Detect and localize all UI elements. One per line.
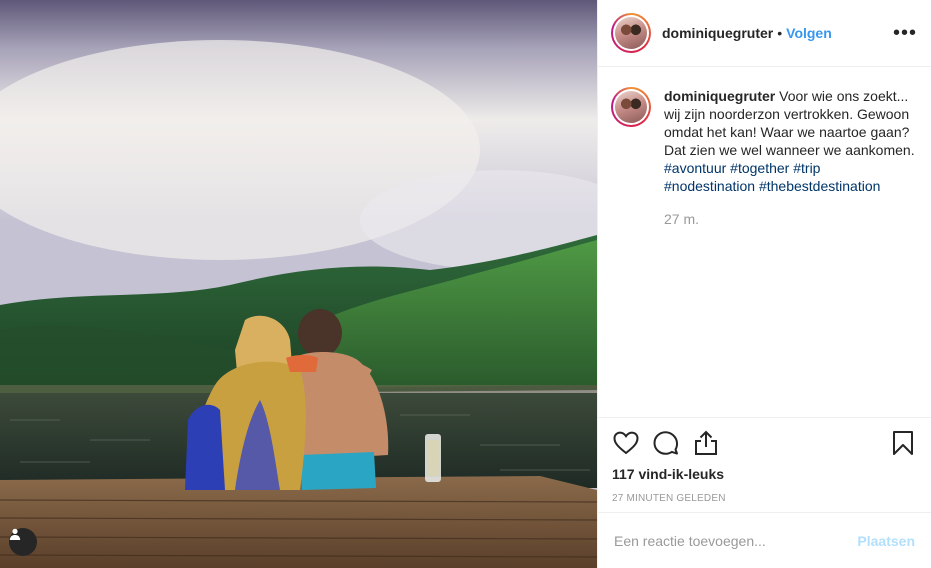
- avatar[interactable]: [611, 13, 651, 53]
- post-actions: 117 vind-ik-leuks 27 MINUTEN GELEDEN: [598, 417, 931, 512]
- post-timestamp[interactable]: 27 MINUTEN GELEDEN: [612, 493, 917, 504]
- hashtag-link[interactable]: #trip: [793, 160, 820, 176]
- hashtag-link[interactable]: #avontuur: [664, 160, 726, 176]
- post-header: dominiquegruter • Volgen •••: [598, 0, 931, 67]
- hashtag-link[interactable]: #together: [730, 160, 789, 176]
- caption-avatar[interactable]: [611, 87, 651, 127]
- hashtag-link[interactable]: #nodestination: [664, 178, 755, 194]
- bookmark-icon: [893, 431, 913, 455]
- like-button[interactable]: [612, 429, 640, 457]
- comment-form: Plaatsen: [598, 512, 931, 568]
- caption-timestamp[interactable]: 27 m.: [664, 211, 917, 227]
- post-comment-button[interactable]: Plaatsen: [857, 533, 915, 549]
- share-button[interactable]: [692, 429, 720, 457]
- separator-dot: •: [777, 25, 783, 41]
- caption-text: dominiquegruter Voor wie ons zoekt... wi…: [664, 87, 917, 195]
- likes-count[interactable]: 117 vind-ik-leuks: [612, 466, 917, 482]
- caption-avatar-border: [613, 89, 649, 125]
- caption-avatar-image: [615, 91, 647, 123]
- avatar-border: [613, 15, 649, 51]
- comment-button[interactable]: [652, 429, 680, 457]
- hashtag-link[interactable]: #thebestdestination: [759, 178, 880, 194]
- save-button[interactable]: [889, 429, 917, 457]
- user-tag-button[interactable]: [9, 528, 37, 556]
- heart-icon: [613, 431, 639, 455]
- username-link[interactable]: dominiquegruter: [662, 25, 773, 41]
- lake-scene-illustration: [0, 0, 597, 568]
- more-options-icon[interactable]: •••: [893, 23, 917, 43]
- share-icon: [695, 430, 717, 455]
- action-icons: [612, 428, 917, 458]
- caption-row: dominiquegruter Voor wie ons zoekt... wi…: [611, 87, 917, 195]
- follow-button[interactable]: Volgen: [786, 25, 832, 41]
- post-photo[interactable]: [0, 0, 597, 568]
- instagram-post: dominiquegruter • Volgen ••• dominiquegr…: [0, 0, 931, 568]
- comment-icon: [653, 431, 679, 455]
- post-panel: dominiquegruter • Volgen ••• dominiquegr…: [597, 0, 931, 568]
- caption-username[interactable]: dominiquegruter: [664, 88, 775, 104]
- avatar-image: [615, 17, 647, 49]
- user-tag-icon: [9, 528, 21, 540]
- comment-input[interactable]: [614, 532, 858, 549]
- comments-section: dominiquegruter Voor wie ons zoekt... wi…: [598, 67, 931, 417]
